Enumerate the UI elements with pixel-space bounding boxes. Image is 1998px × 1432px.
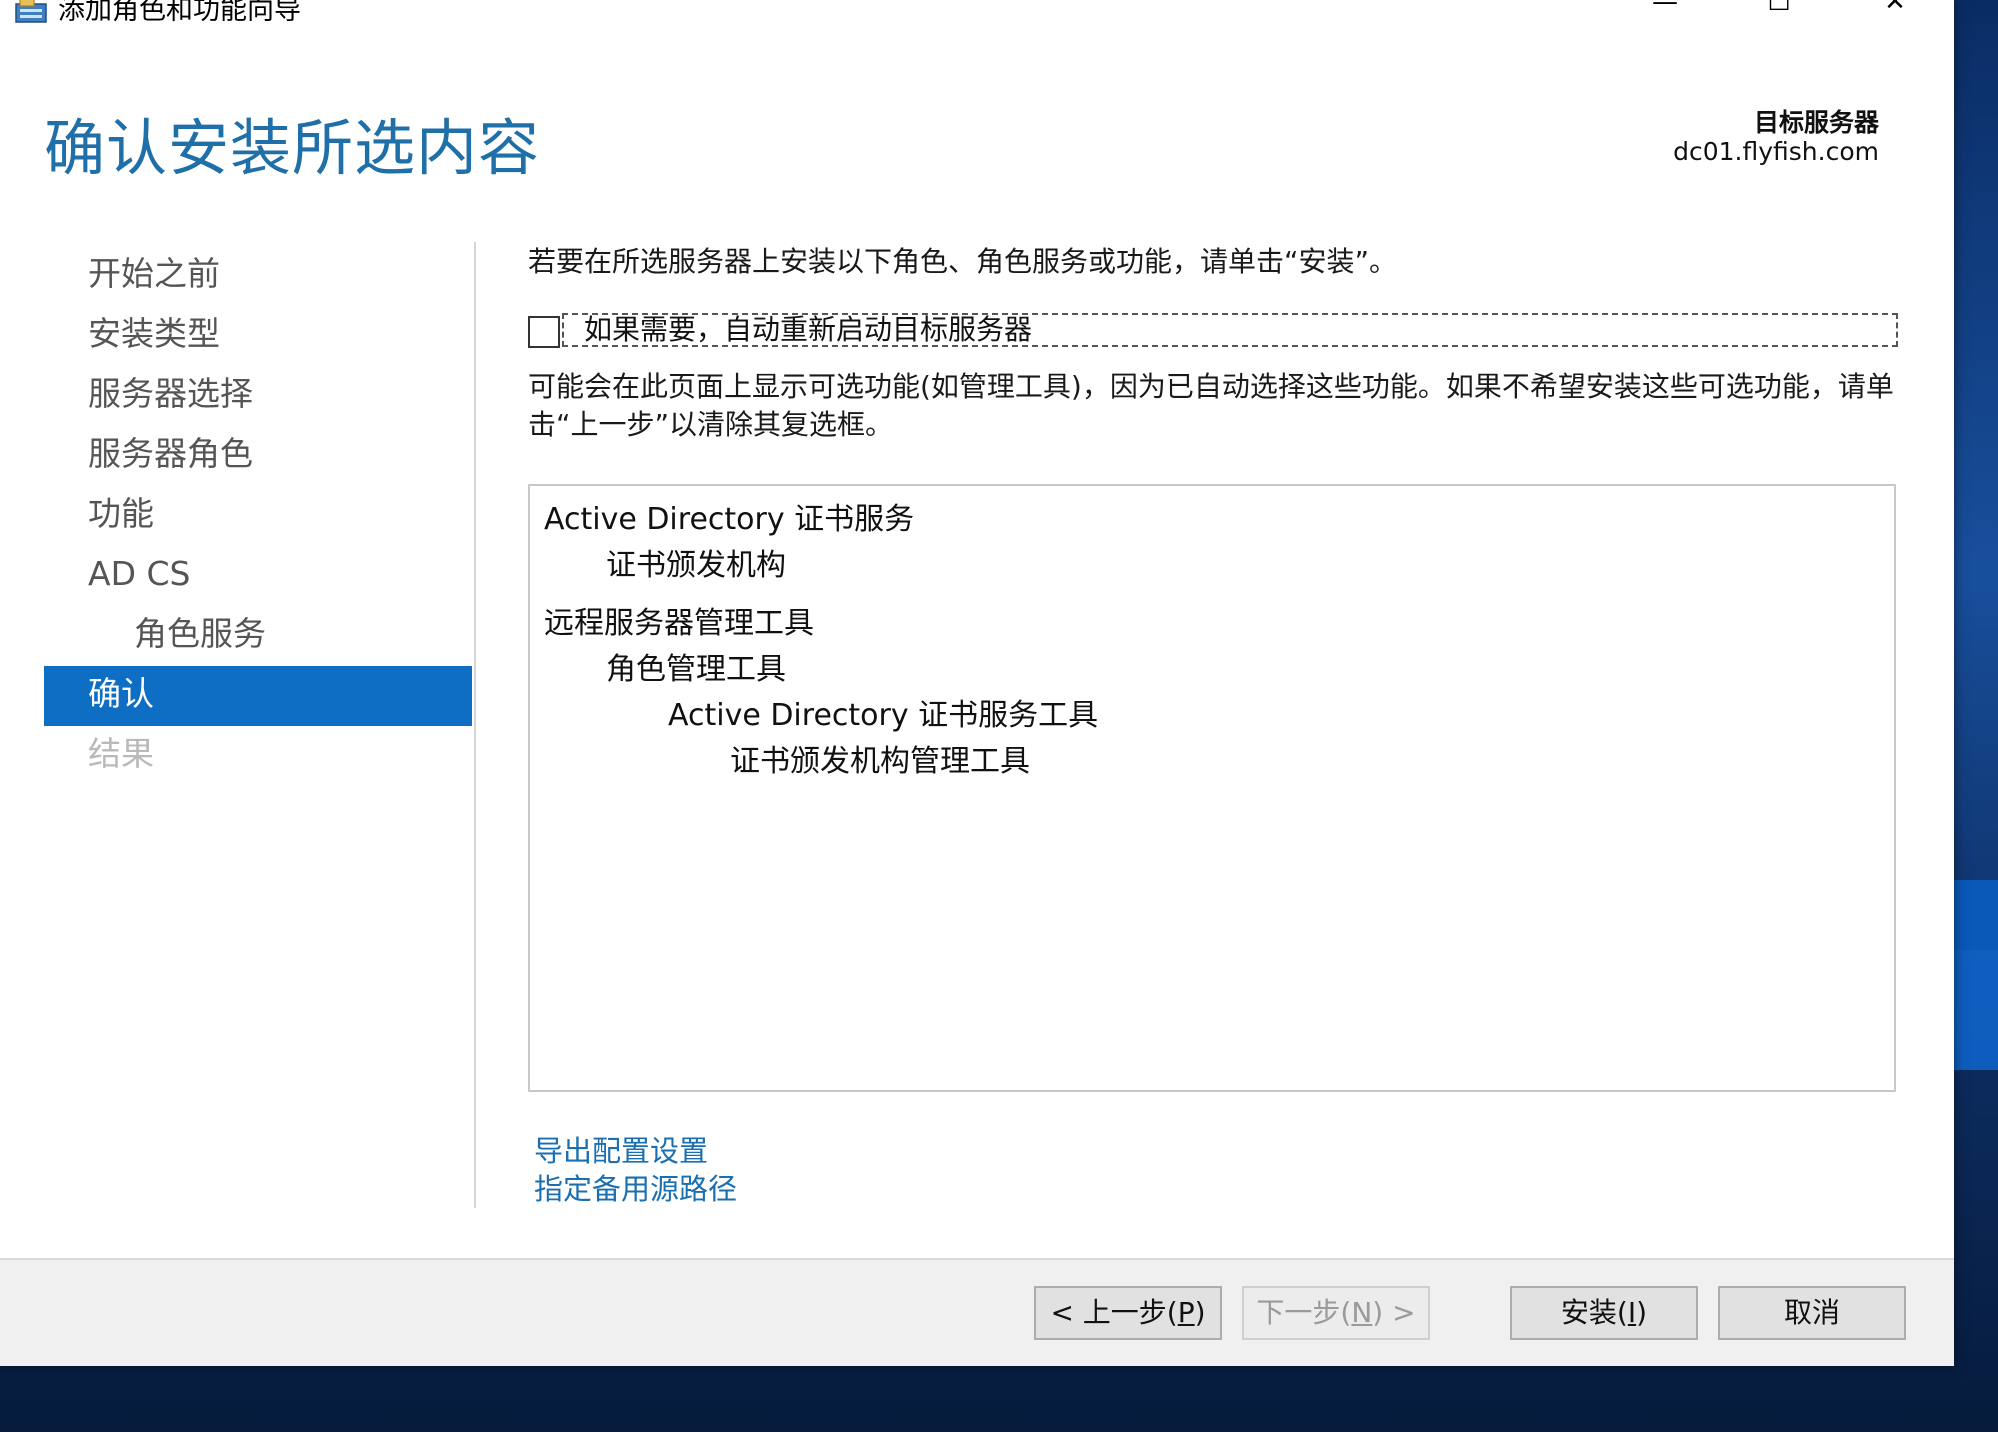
nav-item-ad-cs[interactable]: AD CS bbox=[44, 546, 472, 606]
cancel-button[interactable]: 取消 bbox=[1718, 1286, 1906, 1340]
nav-item-features[interactable]: 功能 bbox=[44, 486, 472, 546]
wizard-window: 添加角色和功能向导 — ☐ ✕ 确认安装所选内容 目标服务器 dc01.flyf… bbox=[0, 0, 1954, 1366]
previous-button-hotkey: P bbox=[1177, 1296, 1195, 1329]
next-button-label: 下一步( bbox=[1256, 1296, 1352, 1329]
server-manager-icon bbox=[15, 0, 47, 23]
maximize-button[interactable]: ☐ bbox=[1744, 0, 1814, 22]
nav-item-server-selection[interactable]: 服务器选择 bbox=[44, 366, 472, 426]
window-title: 添加角色和功能向导 bbox=[58, 0, 301, 26]
target-server-label: 目标服务器 bbox=[1753, 108, 1879, 137]
wizard-nav: 开始之前 安装类型 服务器选择 服务器角色 功能 AD CS 角色服务 确认 结… bbox=[44, 246, 472, 786]
feature-item: 证书颁发机构 bbox=[606, 548, 786, 583]
nav-item-confirmation[interactable]: 确认 bbox=[44, 666, 472, 726]
nav-item-before-you-begin[interactable]: 开始之前 bbox=[44, 246, 472, 306]
nav-divider bbox=[474, 242, 476, 1208]
previous-button-label: < 上一步( bbox=[1050, 1296, 1178, 1329]
install-button[interactable]: 安装(I) bbox=[1510, 1286, 1698, 1340]
next-button: 下一步(N) > bbox=[1242, 1286, 1430, 1340]
install-button-label-end: ) bbox=[1636, 1296, 1648, 1329]
close-button[interactable]: ✕ bbox=[1860, 0, 1930, 22]
minimize-button[interactable]: — bbox=[1630, 0, 1700, 22]
next-button-label-end: ) > bbox=[1372, 1296, 1416, 1329]
target-server-name: dc01.flyfish.com bbox=[1673, 137, 1879, 166]
restart-option[interactable]: 如果需要，自动重新启动目标服务器 bbox=[528, 313, 1902, 350]
alternate-source-link[interactable]: 指定备用源路径 bbox=[534, 1170, 737, 1208]
feature-item: Active Directory 证书服务 bbox=[544, 502, 915, 537]
previous-button[interactable]: < 上一步(P) bbox=[1034, 1286, 1222, 1340]
selected-features-list[interactable]: Active Directory 证书服务 证书颁发机构 远程服务器管理工具 角… bbox=[528, 484, 1896, 1092]
next-button-hotkey: N bbox=[1351, 1296, 1373, 1329]
optional-features-note: 可能会在此页面上显示可选功能(如管理工具)，因为已自动选择这些功能。如果不希望安… bbox=[528, 370, 1894, 441]
nav-item-results: 结果 bbox=[88, 734, 154, 773]
nav-item-server-roles[interactable]: 服务器角色 bbox=[44, 426, 472, 486]
feature-item: Active Directory 证书服务工具 bbox=[668, 698, 1099, 733]
feature-item: 角色管理工具 bbox=[606, 652, 786, 687]
intro-text: 若要在所选服务器上安装以下角色、角色服务或功能，请单击“安装”。 bbox=[528, 245, 1398, 278]
page-title: 确认安装所选内容 bbox=[44, 113, 541, 184]
action-links: 导出配置设置 指定备用源路径 bbox=[534, 1132, 737, 1208]
title-bar: 添加角色和功能向导 — ☐ ✕ bbox=[0, 0, 1954, 44]
export-config-link[interactable]: 导出配置设置 bbox=[534, 1132, 737, 1170]
feature-item: 远程服务器管理工具 bbox=[544, 606, 814, 641]
nav-item-role-services[interactable]: 角色服务 bbox=[44, 606, 472, 666]
wizard-footer: < 上一步(P) 下一步(N) > 安装(I) 取消 bbox=[0, 1258, 1954, 1366]
restart-checkbox-label[interactable]: 如果需要，自动重新启动目标服务器 bbox=[562, 313, 1898, 347]
feature-item: 证书颁发机构管理工具 bbox=[730, 744, 1030, 779]
install-button-hotkey: I bbox=[1627, 1296, 1637, 1329]
install-button-label: 安装( bbox=[1560, 1296, 1628, 1329]
previous-button-label-end: ) bbox=[1194, 1296, 1206, 1329]
restart-checkbox[interactable] bbox=[528, 316, 560, 348]
nav-item-installation-type[interactable]: 安装类型 bbox=[44, 306, 472, 366]
